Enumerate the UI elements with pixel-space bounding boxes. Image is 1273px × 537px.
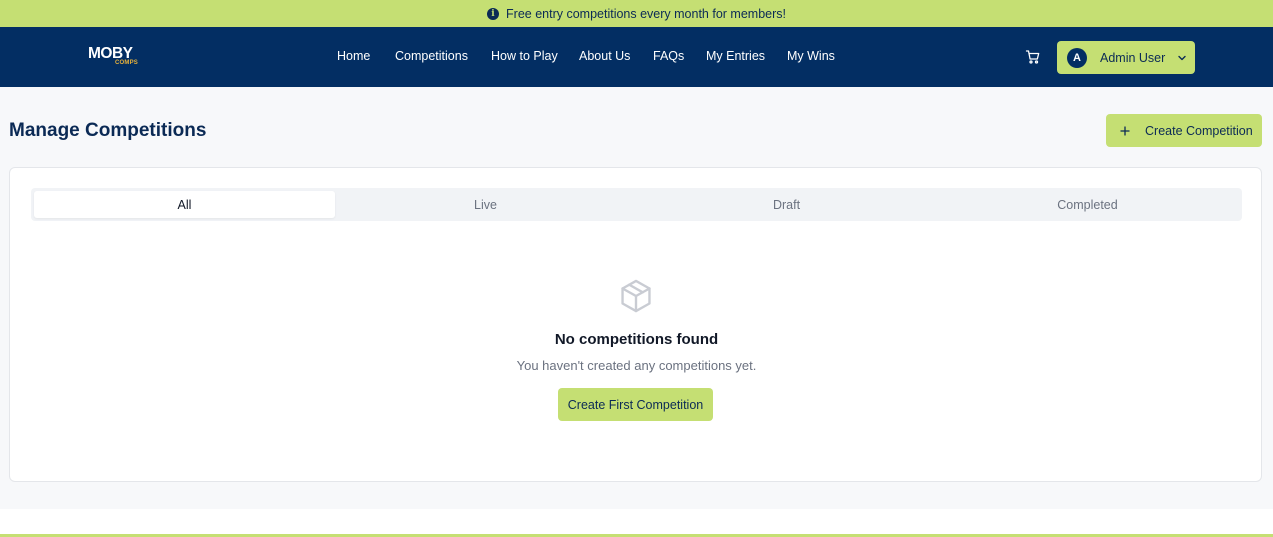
status-tabs: All Live Draft Completed	[31, 188, 1242, 221]
nav-about-us[interactable]: About Us	[579, 49, 630, 63]
page-title: Manage Competitions	[9, 120, 207, 141]
nav-competitions[interactable]: Competitions	[395, 49, 468, 63]
top-navbar: MOBY COMPS Home Competitions How to Play…	[0, 27, 1273, 87]
plus-icon	[1120, 125, 1130, 136]
nav-how-to-play[interactable]: How to Play	[491, 49, 558, 63]
user-menu-button[interactable]: A Admin User	[1057, 41, 1195, 74]
tab-completed[interactable]: Completed	[937, 191, 1238, 218]
empty-state-subtitle: You haven't created any competitions yet…	[516, 358, 757, 373]
empty-state-title: No competitions found	[554, 331, 719, 348]
create-competition-label: Create Competition	[1145, 123, 1253, 138]
banner-text: Free entry competitions every month for …	[506, 6, 786, 21]
cart-icon[interactable]	[1025, 49, 1041, 65]
package-icon	[621, 279, 651, 313]
info-icon: i	[487, 7, 500, 20]
announcement-banner: i Free entry competitions every month fo…	[0, 0, 1273, 27]
avatar: A	[1067, 47, 1087, 68]
chevron-down-icon	[1178, 55, 1186, 60]
nav-my-wins[interactable]: My Wins	[787, 49, 835, 63]
create-first-competition-button[interactable]: Create First Competition	[558, 388, 713, 421]
nav-faqs[interactable]: FAQs	[653, 49, 684, 63]
user-name: Admin User	[1100, 50, 1166, 65]
main-content: Manage Competitions Create Competition A…	[0, 87, 1273, 509]
create-competition-button[interactable]: Create Competition	[1106, 114, 1262, 147]
tab-live[interactable]: Live	[335, 191, 636, 218]
nav-home[interactable]: Home	[337, 49, 370, 63]
nav-my-entries[interactable]: My Entries	[706, 49, 765, 63]
competitions-card: All Live Draft Completed No competitions…	[9, 167, 1262, 482]
tab-all[interactable]: All	[34, 191, 335, 218]
tab-draft[interactable]: Draft	[636, 191, 937, 218]
